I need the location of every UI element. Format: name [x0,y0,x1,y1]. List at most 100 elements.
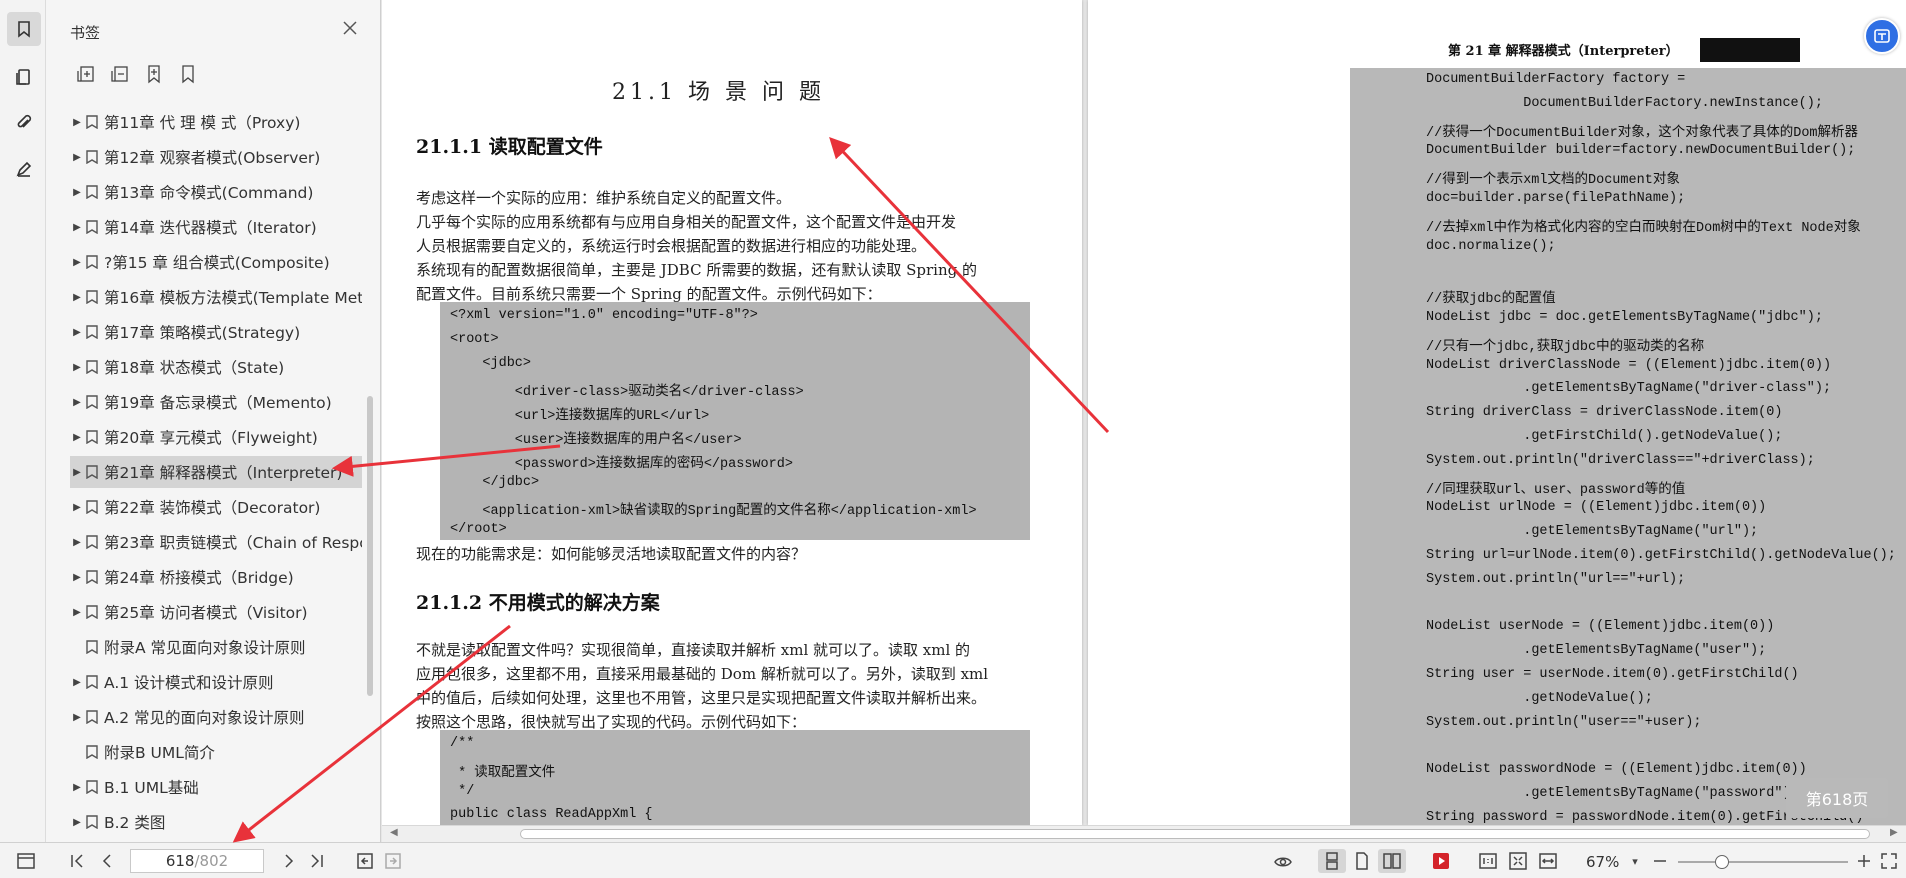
sidebar-icon [17,853,35,869]
floating-assistant-button[interactable] [1864,18,1900,54]
bookmark-item[interactable]: ▶ 第14章 迭代器模式（Iterator) [70,211,362,243]
expand-arrow-icon[interactable]: ▶ [70,607,84,618]
bookmark-item[interactable]: 附录A 常见面向对象设计原则 [70,631,362,663]
bookmark-flag-icon [86,605,98,620]
thumbnail-panel-button[interactable] [7,60,41,94]
prev-page-button[interactable] [96,849,118,873]
next-page-button[interactable] [278,849,300,873]
expand-all-button[interactable] [76,64,98,86]
two-page-button[interactable] [1378,849,1406,873]
current-page: 618 [165,852,195,870]
expand-arrow-icon[interactable]: ▶ [70,782,84,793]
expand-arrow-icon[interactable]: ▶ [70,467,84,478]
single-page-button[interactable] [1350,849,1374,873]
first-page-button[interactable] [66,849,88,873]
paperclip-icon [17,114,32,128]
zoom-out-button[interactable] [1650,849,1670,873]
page-number-input[interactable]: 618/802 [130,849,264,873]
expand-arrow-icon[interactable]: ▶ [70,432,84,443]
bookmark-item[interactable]: ▶ B.2 类图 [70,806,362,838]
header-bar [1700,38,1800,62]
scroll-left-icon[interactable]: ◀ [390,827,398,838]
bookmark-label: 附录A 常见面向对象设计原则 [104,639,306,657]
sidebar-toggle-button[interactable] [14,849,38,873]
bookmark-item[interactable]: ▶ 第24章 桥接模式（Bridge) [70,561,362,593]
expand-arrow-icon[interactable]: ▶ [70,397,84,408]
expand-arrow-icon[interactable]: ▶ [70,712,84,723]
fullscreen-icon [1881,853,1897,869]
expand-arrow-icon[interactable]: ▶ [70,502,84,513]
expand-arrow-icon[interactable]: ▶ [70,572,84,583]
expand-arrow-icon[interactable]: ▶ [70,537,84,548]
bookmark-label: 第13章 命令模式(Command) [104,184,314,202]
remove-bookmark-button[interactable] [178,64,200,86]
bookmark-panel-button[interactable] [7,12,41,46]
bookmark-item[interactable]: ▶ 第22章 装饰模式（Decorator) [70,491,362,523]
bookmark-item[interactable]: ▶ A.2 常见的面向对象设计原则 [70,701,362,733]
expand-arrow-icon[interactable]: ▶ [70,257,84,268]
panel-scrollbar[interactable] [367,396,373,696]
expand-arrow-icon[interactable]: ▶ [70,677,84,688]
expand-arrow-icon[interactable]: ▶ [70,187,84,198]
document-view[interactable]: 21.1 场 景 问 题 21.1.1 读取配置文件 考虑这样一个实际的应用：维… [382,0,1906,825]
expand-arrow-icon[interactable]: ▶ [70,222,84,233]
horizontal-scrollbar[interactable]: ◀ ▶ [382,825,1906,842]
panel-close-button[interactable] [342,20,362,40]
code-line: doc.normalize(); [1426,238,1556,254]
panel-title: 书签 [70,24,101,42]
add-bookmark-button[interactable] [144,64,166,86]
last-page-button[interactable] [306,849,328,873]
bookmark-label: B.1 UML基础 [104,779,199,797]
play-slideshow-button[interactable] [1428,849,1454,873]
code-line: System.out.println("user=="+user); [1426,714,1702,730]
bookmark-item[interactable]: ▶ ?第15 章 组合模式(Composite) [70,246,362,278]
bookmark-item[interactable]: ▶ 第19章 备忘录模式（Memento) [70,386,362,418]
collapse-all-button[interactable] [110,64,132,86]
fullscreen-button[interactable] [1878,849,1900,873]
code-line: .getElementsByTagName("url"); [1426,524,1759,540]
bookmark-item[interactable]: ▶ B.1 UML基础 [70,771,362,803]
paragraph-line: 不就是读取配置文件吗？实现很简单，直接读取并解析 xml 就可以了。读取 xml… [416,641,971,659]
code-block: DocumentBuilderFactory factory = Documen… [1350,68,1906,825]
bookmark-flag-icon [86,325,98,340]
attachment-panel-button[interactable] [7,106,41,140]
scroll-right-icon[interactable]: ▶ [1890,827,1898,838]
zoom-dropdown-icon[interactable]: ▾ [1628,849,1642,873]
zoom-in-button[interactable] [1854,849,1874,873]
back-button[interactable] [354,849,376,873]
zoom-slider-handle[interactable] [1715,855,1730,869]
bookmark-item[interactable]: ▶ 第17章 策略模式(Strategy) [70,316,362,348]
expand-arrow-icon[interactable]: ▶ [70,362,84,373]
bookmark-item[interactable]: ▶ 第21章 解释器模式（Interpreter) [70,456,362,488]
eye-icon [1274,857,1292,867]
expand-arrow-icon[interactable]: ▶ [70,817,84,828]
bookmark-item[interactable]: ▶ 第25章 访问者模式（Visitor) [70,596,362,628]
continuous-view-button[interactable] [1318,849,1346,873]
bookmark-item[interactable]: ▶ 第23章 职责链模式（Chain of Respc [70,526,362,558]
actual-size-button[interactable] [1476,849,1500,873]
bookmark-item[interactable]: 附录B UML简介 [70,736,362,768]
bookmark-item[interactable]: ▶ A.1 设计模式和设计原则 [70,666,362,698]
expand-arrow-icon[interactable]: ▶ [70,292,84,303]
bookmark-item[interactable]: ▶ 第18章 状态模式（State) [70,351,362,383]
fit-width-button[interactable] [1536,849,1560,873]
bookmark-flag-icon [86,220,98,235]
scrollbar-thumb[interactable] [520,829,1870,839]
expand-arrow-icon[interactable]: ▶ [70,152,84,163]
bookmark-item[interactable]: ▶ 第13章 命令模式(Command) [70,176,362,208]
expand-arrow-icon[interactable]: ▶ [70,327,84,338]
zoom-slider[interactable] [1678,855,1848,869]
bookmark-item[interactable]: ▶ 第12章 观察者模式(Observer) [70,141,362,173]
signature-panel-button[interactable] [7,152,41,186]
forward-button[interactable] [382,849,404,873]
minus-icon [1654,860,1666,862]
bookmark-item[interactable]: ▶ 第20章 享元模式（Flyweight) [70,421,362,453]
bookmark-flag-icon [86,465,98,480]
eye-care-mode-button[interactable] [1270,849,1296,873]
expand-arrow-icon[interactable]: ▶ [70,117,84,128]
zoom-level[interactable]: 67% [1586,853,1619,871]
bookmark-item[interactable]: ▶ 第16章 模板方法模式(Template Met [70,281,362,313]
fit-page-button[interactable] [1506,849,1530,873]
bookmark-item[interactable]: ▶ 第11章 代 理 模 式（Proxy) [70,106,362,138]
forward-icon [385,853,401,869]
